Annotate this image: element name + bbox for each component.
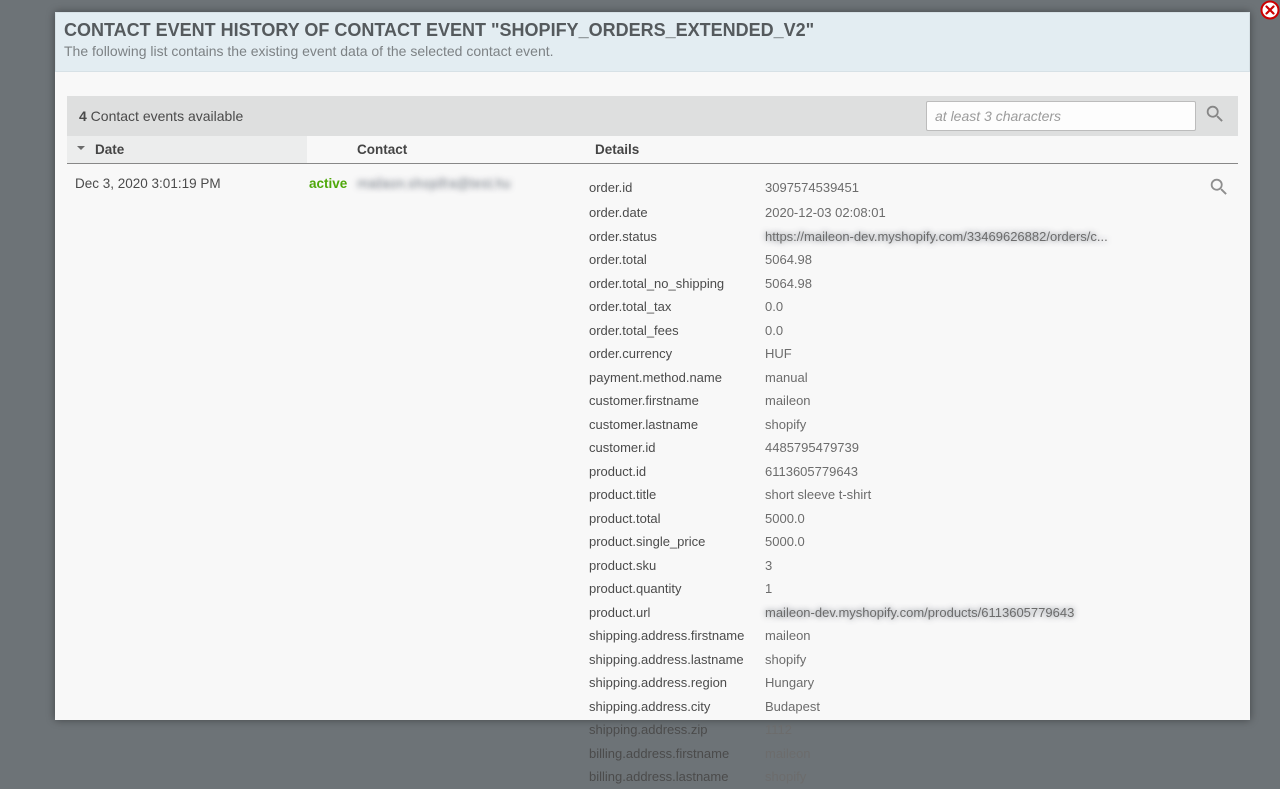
detail-key: product.title	[589, 483, 765, 507]
detail-key: order.currency	[589, 342, 765, 366]
detail-key: shipping.address.firstname	[589, 624, 765, 648]
modal-contact-event-history: CONTACT EVENT HISTORY OF CONTACT EVENT "…	[55, 12, 1250, 720]
detail-value: shopify	[765, 765, 1190, 789]
detail-value: 6113605779643	[765, 460, 1190, 484]
detail-value: shopify	[765, 648, 1190, 672]
detail-value: 0.0	[765, 319, 1190, 343]
detail-value: 3	[765, 554, 1190, 578]
detail-value: maileon	[765, 624, 1190, 648]
modal-subtitle: The following list contains the existing…	[64, 41, 1241, 61]
detail-key: shipping.address.region	[589, 671, 765, 695]
count-number: 4	[79, 108, 87, 124]
modal-header: CONTACT EVENT HISTORY OF CONTACT EVENT "…	[55, 12, 1250, 72]
table-header: Date Contact Details	[67, 136, 1238, 164]
table-row: Dec 3, 2020 3:01:19 PM active mailaon.sh…	[67, 164, 1238, 789]
detail-value: manual	[765, 366, 1190, 390]
row-details: order.id3097574539451order.date2020-12-0…	[589, 176, 1230, 789]
detail-key: order.id	[589, 176, 765, 200]
close-button[interactable]	[1260, 0, 1280, 20]
detail-value: 3097574539451	[765, 176, 1190, 200]
detail-key: product.total	[589, 507, 765, 531]
detail-key: order.date	[589, 201, 765, 225]
detail-key: product.single_price	[589, 530, 765, 554]
col-header-contact[interactable]: Contact	[307, 136, 587, 163]
count-label: 4 Contact events available	[79, 108, 243, 124]
detail-value: 2020-12-03 02:08:01	[765, 201, 1190, 225]
detail-key: order.total_tax	[589, 295, 765, 319]
detail-value: 1112	[765, 718, 1190, 742]
detail-key: customer.firstname	[589, 389, 765, 413]
row-contact: active mailaon.shopifra@test.hu	[309, 176, 589, 191]
detail-value: maileon	[765, 389, 1190, 413]
detail-key: order.status	[589, 225, 765, 249]
detail-value: 5000.0	[765, 507, 1190, 531]
detail-key: customer.id	[589, 436, 765, 460]
detail-value: https://maileon-dev.myshopify.com/334696…	[765, 225, 1190, 249]
contact-email: mailaon.shopifra@test.hu	[357, 176, 510, 191]
detail-key: billing.address.lastname	[589, 765, 765, 789]
status-badge: active	[309, 176, 347, 191]
detail-key: order.total	[589, 248, 765, 272]
col-header-details[interactable]: Details	[587, 136, 1238, 163]
modal-title: CONTACT EVENT HISTORY OF CONTACT EVENT "…	[64, 19, 1241, 41]
detail-value: 5000.0	[765, 530, 1190, 554]
detail-key: shipping.address.lastname	[589, 648, 765, 672]
detail-key: customer.lastname	[589, 413, 765, 437]
detail-key: product.url	[589, 601, 765, 625]
detail-key: order.total_fees	[589, 319, 765, 343]
chevron-down-icon	[75, 142, 87, 157]
detail-value: short sleeve t-shirt	[765, 483, 1190, 507]
detail-value: 5064.98	[765, 272, 1190, 296]
search-icon[interactable]	[1204, 103, 1226, 130]
detail-key: product.sku	[589, 554, 765, 578]
detail-value: 5064.98	[765, 248, 1190, 272]
detail-value: maileon-dev.myshopify.com/products/61136…	[765, 601, 1190, 625]
count-suffix: Contact events available	[87, 108, 243, 124]
view-row-button[interactable]	[1190, 176, 1230, 201]
search-input[interactable]	[926, 101, 1196, 131]
detail-key: billing.address.firstname	[589, 742, 765, 766]
detail-key: payment.method.name	[589, 366, 765, 390]
row-date: Dec 3, 2020 3:01:19 PM	[75, 176, 309, 191]
detail-value: 1	[765, 577, 1190, 601]
detail-value: maileon	[765, 742, 1190, 766]
detail-value: 4485795479739	[765, 436, 1190, 460]
detail-value: 0.0	[765, 295, 1190, 319]
detail-key: order.total_no_shipping	[589, 272, 765, 296]
detail-value: Hungary	[765, 671, 1190, 695]
detail-key: shipping.address.city	[589, 695, 765, 719]
toolbar: 4 Contact events available	[67, 96, 1238, 136]
detail-key: product.id	[589, 460, 765, 484]
col-header-date[interactable]: Date	[67, 136, 307, 163]
col-header-date-label: Date	[95, 142, 124, 157]
detail-value: HUF	[765, 342, 1190, 366]
detail-value: Budapest	[765, 695, 1190, 719]
detail-value: shopify	[765, 413, 1190, 437]
detail-key: product.quantity	[589, 577, 765, 601]
detail-key: shipping.address.zip	[589, 718, 765, 742]
